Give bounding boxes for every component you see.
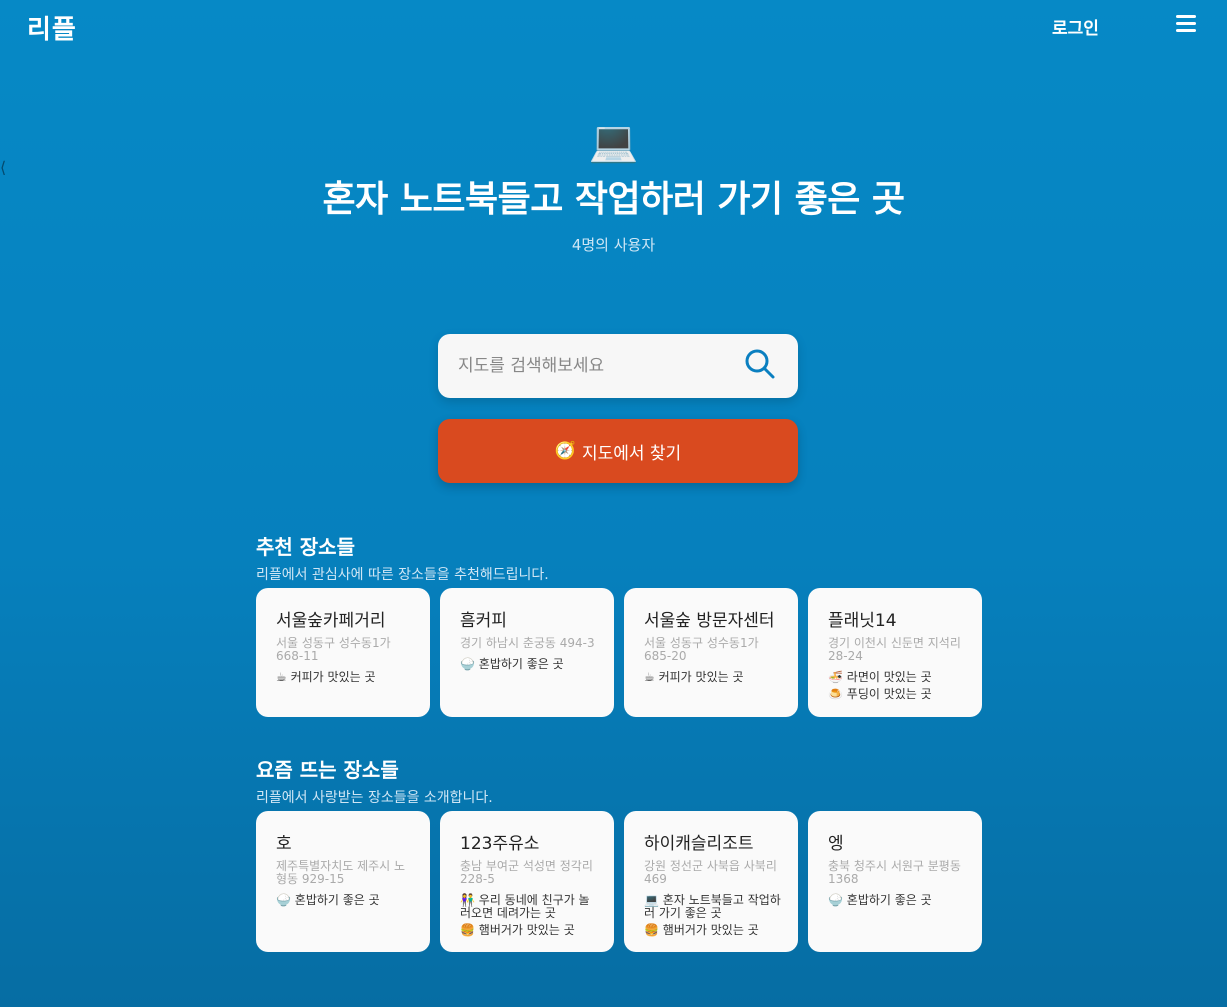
tag-text: 혼밥하기 좋은 곳: [846, 893, 932, 907]
find-on-map-label: 지도에서 찾기: [581, 443, 682, 464]
hero: 💻 혼자 노트북들고 작업하러 가기 좋은 곳 4명의 사용자: [0, 118, 1227, 255]
tag-text: 커피가 맛있는 곳: [658, 670, 744, 684]
login-link[interactable]: 로그인: [1052, 14, 1099, 39]
place-card[interactable]: 서울숲카페거리서울 성동구 성수동1가 668-11 ☕ 커피가 맛있는 곳: [256, 588, 430, 717]
top-bar: 리플 로그인: [0, 0, 1227, 50]
tag-text: 햄버거가 맛있는 곳: [662, 923, 759, 937]
place-tag: 💻 혼자 노트북들고 작업하러 가기 좋은 곳: [644, 894, 784, 920]
tag-icon: 🍜: [828, 670, 843, 684]
place-address: 제주특별자치도 제주시 노형동 929-15: [276, 859, 406, 886]
place-name: 하이캐슬리조트: [644, 834, 754, 854]
tag-icon: 🍔: [644, 923, 659, 937]
compass-icon: 🧭: [554, 441, 576, 461]
trending-section: 요즘 뜨는 장소들 리플에서 사랑받는 장소들을 소개합니다. 호제주특별자치도…: [256, 754, 982, 952]
user-count: 4명의 사용자: [571, 236, 656, 254]
recommended-cards: 서울숲카페거리서울 성동구 성수동1가 668-11 ☕ 커피가 맛있는 곳 흠커피…: [256, 588, 982, 717]
place-address: 서울 성동구 성수동1가 668-11: [276, 636, 391, 663]
place-tag: 🍚 혼밥하기 좋은 곳: [276, 894, 416, 907]
trending-title: 요즘 뜨는 장소들: [256, 758, 399, 782]
tag-text: 혼밥하기 좋은 곳: [294, 893, 380, 907]
place-card[interactable]: 하이캐슬리조트강원 정선군 사북읍 사북리 469 💻 혼자 노트북들고 작업하러…: [624, 811, 798, 952]
place-card[interactable]: 흠커피경기 하남시 춘궁동 494-3 🍚 혼밥하기 좋은 곳: [440, 588, 614, 717]
place-tag: 🍮 푸딩이 맛있는 곳: [828, 688, 968, 701]
tag-text: 혼자 노트북들고 작업하러 가기 좋은 곳: [644, 893, 781, 920]
tag-icon: 🍚: [460, 657, 475, 671]
place-name: 123주유소: [460, 834, 540, 854]
place-card[interactable]: 123주유소충남 부여군 석성면 정각리 228-5 👫 우리 동네에 친구가 놀…: [440, 811, 614, 952]
place-address: 강원 정선군 사북읍 사북리 469: [644, 859, 777, 886]
place-address: 서울 성동구 성수동1가 685-20: [644, 636, 759, 663]
place-address: 충남 부여군 석성면 정각리 228-5: [460, 859, 593, 886]
place-address: 경기 하남시 춘궁동 494-3: [460, 636, 595, 650]
tag-text: 라면이 맛있는 곳: [846, 670, 932, 684]
tag-icon: 🍔: [460, 923, 475, 937]
tag-icon: ☕: [644, 670, 655, 684]
tag-text: 햄버거가 맛있는 곳: [478, 923, 575, 937]
tag-icon: 🍮: [828, 687, 843, 701]
logo[interactable]: 리플: [27, 9, 77, 46]
search-input[interactable]: [458, 348, 728, 384]
place-tag: 👫 우리 동네에 친구가 놀러오면 데려가는 곳: [460, 894, 600, 920]
place-tag: 🍔 햄버거가 맛있는 곳: [460, 924, 600, 937]
tag-icon: 🍚: [276, 893, 291, 907]
trending-desc: 리플에서 사랑받는 장소들을 소개합니다.: [256, 790, 493, 806]
tag-icon: 💻: [644, 893, 659, 907]
place-tag: 🍜 라면이 맛있는 곳: [828, 671, 968, 684]
place-tag: 🍚 혼밥하기 좋은 곳: [828, 894, 968, 907]
hamburger-menu-icon[interactable]: [1176, 15, 1196, 33]
tag-text: 커피가 맛있는 곳: [290, 670, 376, 684]
page-title: 혼자 노트북들고 작업하러 가기 좋은 곳: [322, 179, 905, 220]
place-card[interactable]: 호제주특별자치도 제주시 노형동 929-15 🍚 혼밥하기 좋은 곳: [256, 811, 430, 952]
search-icon[interactable]: [744, 348, 776, 380]
place-name: 호: [276, 834, 292, 854]
place-card[interactable]: 플래닛14 경기 이천시 신둔면 지석리 28-24 🍜 라면이 맛있는 곳 🍮 푸딩…: [808, 588, 982, 717]
tag-icon: 👫: [460, 893, 475, 907]
place-address: 경기 이천시 신둔면 지석리 28-24: [828, 636, 961, 663]
tag-icon: 🍚: [828, 893, 843, 907]
place-tag: 🍔 햄버거가 맛있는 곳: [644, 924, 784, 937]
place-card[interactable]: 엥충북 청주시 서원구 분평동 1368 🍚 혼밥하기 좋은 곳: [808, 811, 982, 952]
tag-text: 우리 동네에 친구가 놀러오면 데려가는 곳: [460, 893, 590, 920]
place-tag: ☕ 커피가 맛있는 곳: [276, 671, 416, 684]
tag-text: 혼밥하기 좋은 곳: [478, 657, 564, 671]
tag-text: 푸딩이 맛있는 곳: [846, 687, 932, 701]
place-name: 플래닛14: [828, 611, 897, 631]
tag-icon: ☕: [276, 670, 287, 684]
recommended-desc: 리플에서 관심사에 따른 장소들을 추천해드립니다.: [256, 567, 549, 583]
place-name: 서울숲 방문자센터: [644, 611, 775, 631]
recommended-title: 추천 장소들: [256, 535, 355, 559]
laptop-icon: 💻: [588, 119, 639, 165]
place-address: 충북 청주시 서원구 분평동 1368: [828, 859, 961, 886]
find-on-map-button[interactable]: 🧭 지도에서 찾기: [438, 419, 798, 483]
place-tag: 🍚 혼밥하기 좋은 곳: [460, 658, 600, 671]
place-tag: ☕ 커피가 맛있는 곳: [644, 671, 784, 684]
recommended-section: 추천 장소들 리플에서 관심사에 따른 장소들을 추천해드립니다. 서울숲카페거…: [256, 531, 982, 717]
trending-cards: 호제주특별자치도 제주시 노형동 929-15 🍚 혼밥하기 좋은 곳 123주유소…: [256, 811, 982, 952]
place-name: 서울숲카페거리: [276, 611, 386, 631]
place-card[interactable]: 서울숲 방문자센터서울 성동구 성수동1가 685-20 ☕ 커피가 맛있는 곳: [624, 588, 798, 717]
place-name: 흠커피: [460, 611, 507, 631]
place-name: 엥: [828, 834, 844, 854]
